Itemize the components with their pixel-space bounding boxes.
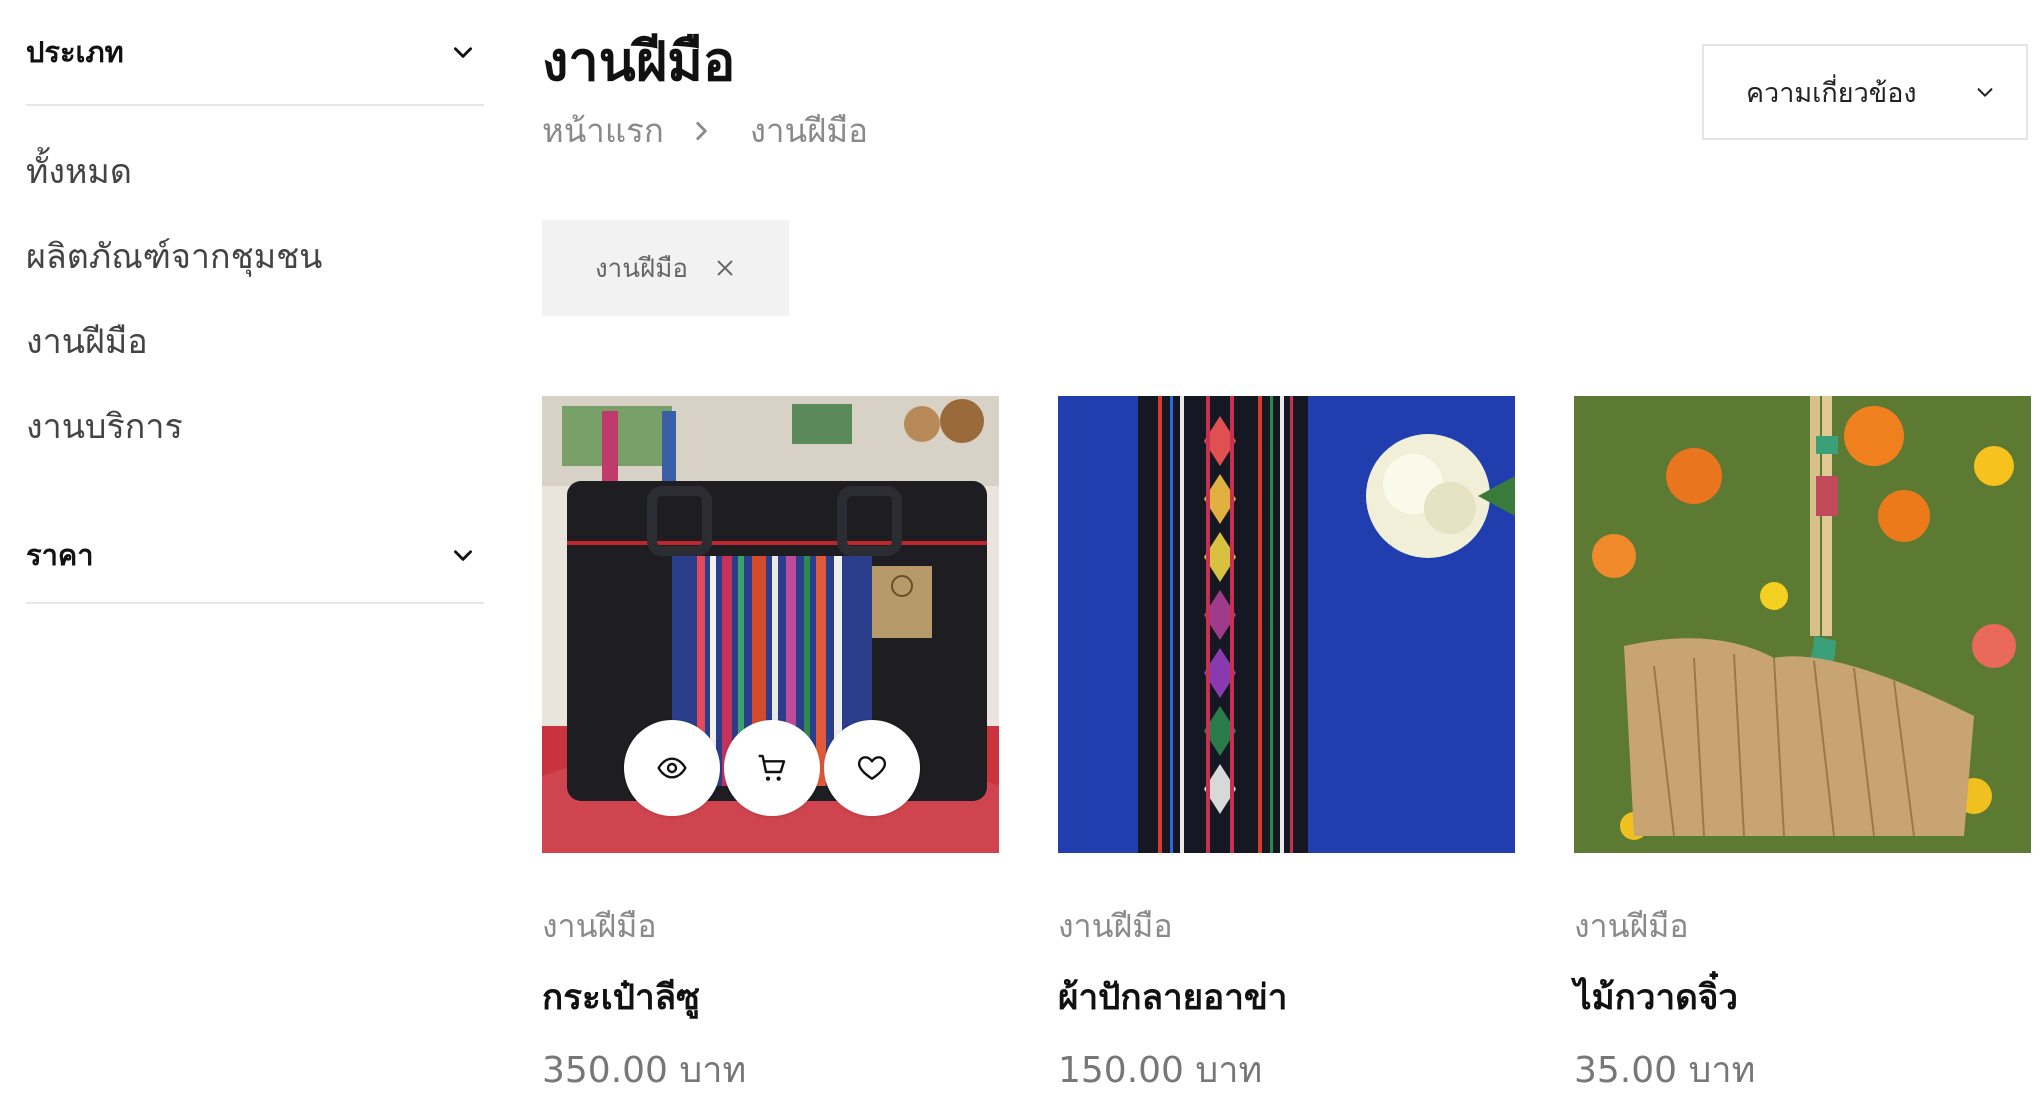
product-price: 350.00 บาท <box>542 1050 747 1091</box>
broom-photo <box>1574 396 2031 853</box>
product-name[interactable]: กระเป๋าลีซู <box>542 970 999 1025</box>
product-category: งานฝีมือ <box>542 907 657 945</box>
chevron-down-icon <box>1977 88 1993 97</box>
breadcrumb: หน้าแรก งานฝีมือ <box>542 104 868 157</box>
wishlist-button[interactable] <box>824 720 920 816</box>
breadcrumb-home-link[interactable]: หน้าแรก <box>542 104 664 157</box>
product-name[interactable]: ผ้าปักลายอาข่า <box>1058 970 1515 1025</box>
product-actions <box>624 720 920 816</box>
product-image[interactable] <box>1058 396 1515 853</box>
breadcrumb-current: งานฝีมือ <box>749 111 868 150</box>
category-list: ทั้งหมด ผลิตภัณฑ์จากชุมชน งานฝีมือ งานบร… <box>26 106 484 470</box>
chevron-down-icon <box>454 550 472 561</box>
price-filter-toggle[interactable]: ราคา <box>26 508 484 604</box>
page-title: งานฝีมือ <box>542 30 736 93</box>
sort-dropdown[interactable]: ความเกี่ยวข้อง <box>1702 44 2028 140</box>
product-grid: งานฝีมือ กระเป๋าลีซู 350.00 บาท งานฝีมือ… <box>542 396 2031 1098</box>
add-to-cart-button[interactable] <box>724 720 820 816</box>
active-filter-label: งานฝีมือ <box>594 253 689 284</box>
category-filter-toggle[interactable]: ประเภท <box>26 0 484 106</box>
chevron-right-icon <box>696 121 707 140</box>
price-filter-heading: ราคา <box>26 538 94 572</box>
cart-icon <box>758 754 786 781</box>
chevron-down-icon <box>454 47 472 58</box>
heart-icon <box>857 756 887 780</box>
category-item-all[interactable]: ทั้งหมด <box>26 130 484 215</box>
product-card: งานฝีมือ ไม้กวาดจิ๋ว 35.00 บาท <box>1574 396 2031 1098</box>
product-category: งานฝีมือ <box>1058 907 1173 945</box>
product-card: งานฝีมือ ผ้าปักลายอาข่า 150.00 บาท <box>1058 396 1515 1098</box>
product-price: 150.00 บาท <box>1058 1050 1263 1091</box>
category-filter-heading: ประเภท <box>26 35 124 69</box>
product-price: 35.00 บาท <box>1574 1050 1756 1091</box>
product-card: งานฝีมือ กระเป๋าลีซู 350.00 บาท <box>542 396 999 1098</box>
product-category: งานฝีมือ <box>1574 907 1689 945</box>
filter-sidebar: ประเภท ทั้งหมด ผลิตภัณฑ์จากชุมชน งานฝีมื… <box>26 0 484 604</box>
quick-view-button[interactable] <box>624 720 720 816</box>
product-image[interactable] <box>1574 396 2031 853</box>
sort-selected-value: ความเกี่ยวข้อง <box>1746 77 1917 109</box>
active-filter-chip[interactable]: งานฝีมือ <box>542 220 789 316</box>
category-item-handicraft[interactable]: งานฝีมือ <box>26 300 484 385</box>
product-name[interactable]: ไม้กวาดจิ๋ว <box>1574 970 2031 1025</box>
embroidery-photo <box>1058 396 1515 853</box>
product-image[interactable] <box>542 396 999 853</box>
eye-icon <box>657 757 687 779</box>
category-item-services[interactable]: งานบริการ <box>26 385 484 470</box>
close-icon[interactable] <box>714 257 736 279</box>
category-item-community-products[interactable]: ผลิตภัณฑ์จากชุมชน <box>26 215 484 300</box>
